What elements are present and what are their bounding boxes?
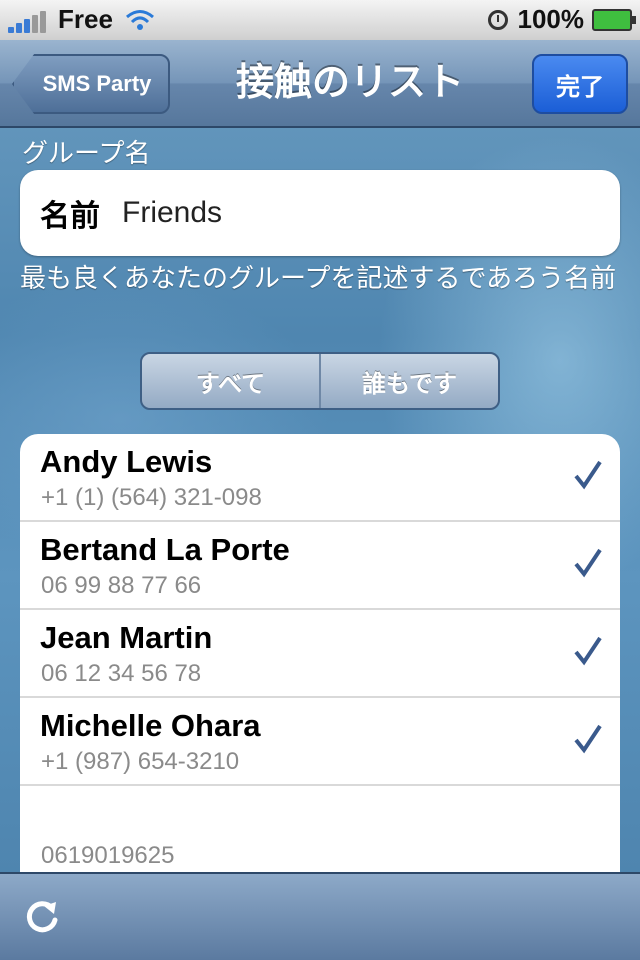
group-name-label: 名前 [40, 200, 100, 233]
contact-phone: 0619019625 [41, 842, 175, 869]
contact-row[interactable]: Bertand La Porte 06 99 88 77 66 [20, 522, 620, 610]
group-section-label: グループ名 [22, 138, 151, 168]
battery-percent: 100% [517, 4, 585, 34]
checkmark-icon [574, 724, 602, 754]
done-button-label: 完了 [556, 73, 604, 101]
checkmark-icon [574, 548, 602, 578]
refresh-icon[interactable] [22, 896, 62, 936]
carrier-name: Free [58, 4, 113, 34]
back-button-label: SMS Party [42, 71, 152, 96]
group-name-field[interactable]: 名前 Friends [20, 170, 620, 256]
navigation-bar: SMS Party 接触のリスト 完了 [0, 40, 640, 128]
checkmark-icon [574, 460, 602, 490]
contact-phone: 06 12 34 56 78 [41, 660, 202, 687]
battery-icon [592, 8, 636, 31]
select-none-segment[interactable]: 誰もです [319, 354, 498, 408]
group-name-hint: 最も良くあなたのグループを記述するであろう名前 [20, 263, 617, 293]
wifi-icon [125, 9, 154, 30]
contact-phone: 06 99 88 77 66 [41, 572, 202, 599]
contact-name: Andy Lewis [40, 444, 213, 479]
group-name-input[interactable]: Friends [122, 196, 222, 230]
contact-row[interactable]: 0619019625 [20, 786, 620, 886]
clock-icon [487, 9, 508, 30]
contact-phone: +1 (987) 654-3210 [41, 748, 240, 775]
contact-phone: +1 (1) (564) 321-098 [41, 484, 262, 511]
done-button[interactable]: 完了 [532, 54, 628, 114]
contact-name: Bertand La Porte [40, 532, 290, 567]
signal-icon [8, 7, 48, 33]
contact-row[interactable]: Jean Martin 06 12 34 56 78 [20, 610, 620, 698]
contact-name: Jean Martin [40, 620, 213, 655]
select-all-segment[interactable]: すべて [142, 354, 319, 408]
contact-name: Michelle Ohara [40, 708, 261, 743]
page-title: 接触のリスト [235, 62, 464, 104]
bottom-toolbar [0, 872, 640, 960]
checkmark-icon [574, 636, 602, 666]
status-bar: Free 100% [0, 0, 640, 40]
contact-row[interactable]: Michelle Ohara +1 (987) 654-3210 [20, 698, 620, 786]
contact-row[interactable]: Andy Lewis +1 (1) (564) 321-098 [20, 434, 620, 522]
back-button[interactable]: SMS Party [12, 54, 170, 114]
selection-segmented-control: すべて 誰もです [140, 352, 500, 410]
